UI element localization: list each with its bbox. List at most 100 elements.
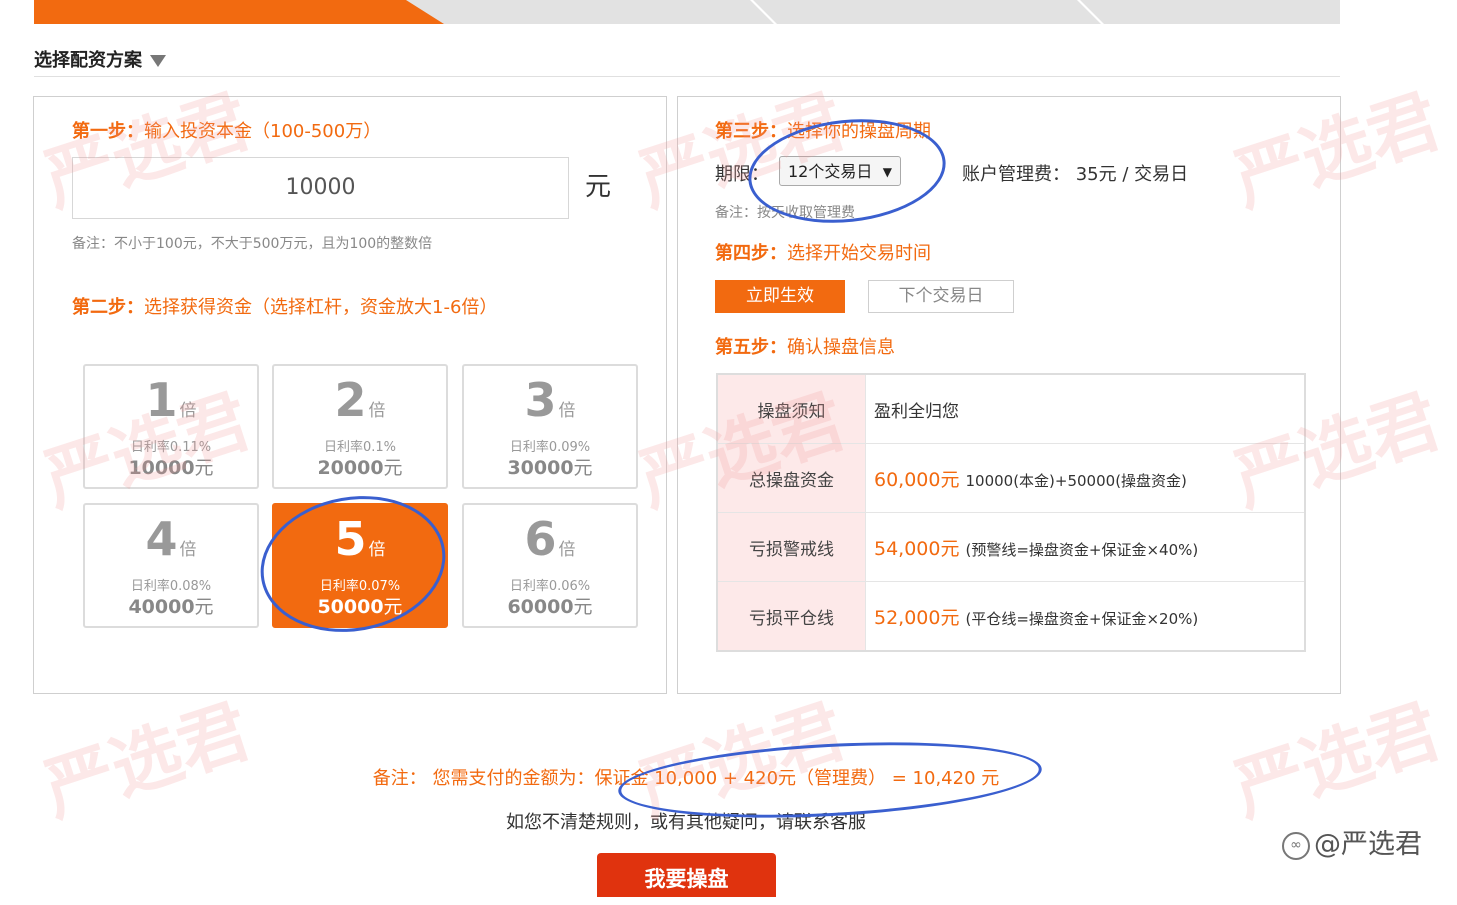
amount-value: 10000 (128, 457, 195, 479)
amount-value: 30000 (507, 457, 574, 479)
leverage-multiplier: 3倍 (464, 372, 636, 439)
step1-note: 备注：不小于100元，不大于500万元，且为100的整数倍 (72, 236, 433, 252)
amount-value: 60000 (507, 596, 574, 618)
leverage-multiplier: 4倍 (85, 511, 257, 578)
table-row: 操盘须知 盈利全归您 (716, 373, 1306, 444)
payment-note: 备注： 您需支付的金额为：保证金 10,000 + 420元（管理费） = 10… (372, 768, 1000, 789)
step5-prefix: 第五步： (715, 337, 787, 358)
step-progress-bar (34, 0, 1340, 24)
row-key: 亏损警戒线 (716, 512, 866, 582)
row-highlight-value: 52,000元 (874, 606, 960, 629)
step5-label: 确认操盘信息 (787, 337, 895, 358)
multiplier-unit: 倍 (368, 540, 386, 560)
period-select-value: 12个交易日 (788, 162, 873, 181)
step3-note: 备注：按天收取管理费 (715, 205, 855, 221)
help-text: 如您不清楚规则，或有其他疑问，请联系客服 (506, 812, 866, 833)
leverage-amount: 60000元 (464, 592, 636, 619)
multiplier-unit: 倍 (368, 401, 386, 421)
step2-title: 第二步：选择获得资金（选择杠杆，资金放大1-6倍） (72, 293, 497, 319)
amount-value: 20000 (317, 457, 384, 479)
management-fee: 账户管理费： 35元 / 交易日 (962, 160, 1188, 186)
row-detail: (平仓线=操盘资金+保证金×20%) (965, 609, 1199, 628)
multiplier-value: 4 (145, 512, 178, 566)
leverage-option-4[interactable]: 4 倍日利率0.08% 40000元 (83, 503, 259, 628)
row-key: 总操盘资金 (716, 443, 866, 513)
multiplier-value: 1 (145, 373, 178, 427)
leverage-multiplier: 5倍 (274, 511, 446, 578)
leverage-multiplier: 2倍 (274, 372, 446, 439)
leverage-amount: 30000元 (464, 453, 636, 480)
row-key: 操盘须知 (716, 373, 866, 444)
leverage-amount: 40000元 (85, 592, 257, 619)
leverage-option-1[interactable]: 1 倍日利率0.11% 10000元 (83, 364, 259, 489)
leverage-option-3[interactable]: 3 倍日利率0.09% 30000元 (462, 364, 638, 489)
section-divider (34, 76, 1340, 77)
step3-label: 选择你的操盘周期 (787, 121, 931, 142)
step1-label: 输入投资本金（100-500万） (144, 121, 382, 142)
multiplier-value: 2 (334, 373, 367, 427)
step3-title: 第三步：选择你的操盘周期 (715, 117, 931, 143)
section-title-text: 选择配资方案 (34, 50, 142, 71)
leverage-amount: 10000元 (85, 453, 257, 480)
leverage-multiplier: 6倍 (464, 511, 636, 578)
row-detail: (预警线=操盘资金+保证金×40%) (965, 540, 1199, 559)
multiplier-unit: 倍 (558, 540, 576, 560)
period-select[interactable]: 12个交易日 ▼ (779, 156, 901, 186)
fee-value: 35元 / 交易日 (1075, 164, 1189, 185)
platform-logo-icon: ∞ (1282, 831, 1310, 860)
period-label: 期限： (715, 164, 769, 185)
amount-value: 40000 (128, 596, 195, 618)
principal-amount-input[interactable]: 10000 (72, 157, 569, 219)
multiplier-unit: 倍 (558, 401, 576, 421)
step4-label: 选择开始交易时间 (787, 243, 931, 264)
triangle-down-icon (150, 55, 166, 67)
row-detail: 10000(本金)+50000(操盘资金) (965, 471, 1187, 490)
step4-prefix: 第四步： (715, 243, 787, 264)
amount-unit: 元 (585, 172, 612, 202)
row-value: 54,000元 (预警线=操盘资金+保证金×40%) (865, 512, 1306, 582)
amount-unit: 元 (194, 457, 214, 479)
leverage-option-2[interactable]: 2 倍日利率0.1% 20000元 (272, 364, 448, 489)
row-key: 亏损平仓线 (716, 581, 866, 652)
amount-value: 50000 (317, 596, 384, 618)
leverage-option-6[interactable]: 6 倍日利率0.06% 60000元 (462, 503, 638, 628)
step1-title: 第一步：输入投资本金（100-500万） (72, 117, 381, 143)
start-now-button[interactable]: 立即生效 (715, 280, 845, 313)
step3-prefix: 第三步： (715, 121, 787, 142)
step5-title: 第五步：确认操盘信息 (715, 333, 895, 359)
leverage-option-5[interactable]: 5 倍日利率0.07% 50000元 (272, 503, 448, 628)
amount-unit: 元 (383, 457, 403, 479)
chevron-down-icon: ▼ (882, 165, 892, 179)
row-highlight-value: 54,000元 (874, 537, 960, 560)
table-row: 总操盘资金 60,000元 10000(本金)+50000(操盘资金) (716, 443, 1306, 513)
row-highlight-value: 60,000元 (874, 468, 960, 491)
leverage-amount: 50000元 (274, 592, 446, 619)
multiplier-unit: 倍 (179, 540, 197, 560)
amount-unit: 元 (573, 596, 593, 618)
progress-divider (1077, 0, 1104, 24)
step4-title: 第四步：选择开始交易时间 (715, 239, 931, 265)
fee-label: 账户管理费： (962, 164, 1070, 185)
step2-label: 选择获得资金（选择杠杆，资金放大1-6倍） (144, 297, 498, 318)
table-row: 亏损警戒线 54,000元 (预警线=操盘资金+保证金×40%) (716, 512, 1306, 582)
amount-unit: 元 (194, 596, 214, 618)
row-value: 60,000元 10000(本金)+50000(操盘资金) (865, 443, 1306, 513)
trade-info-table: 操盘须知 盈利全归您 总操盘资金 60,000元 10000(本金)+50000(操盘资… (716, 373, 1306, 652)
amount-unit: 元 (383, 596, 403, 618)
step1-prefix: 第一步： (72, 121, 144, 142)
step2-prefix: 第二步： (72, 297, 144, 318)
progress-divider (750, 0, 777, 24)
submit-trade-button[interactable]: 我要操盘 (597, 853, 776, 897)
row-value: 盈利全归您 (865, 373, 1306, 444)
progress-active-segment (34, 0, 444, 24)
table-row: 亏损平仓线 52,000元 (平仓线=操盘资金+保证金×20%) (716, 581, 1306, 652)
row-value: 52,000元 (平仓线=操盘资金+保证金×20%) (865, 581, 1306, 652)
multiplier-value: 5 (334, 512, 367, 566)
row-detail: 盈利全归您 (874, 401, 959, 422)
source-label: ∞ @严选君 (1282, 822, 1422, 861)
multiplier-value: 3 (524, 373, 557, 427)
source-label-text: @严选君 (1314, 829, 1422, 860)
leverage-multiplier: 1倍 (85, 372, 257, 439)
amount-unit: 元 (573, 457, 593, 479)
start-next-day-button[interactable]: 下个交易日 (868, 280, 1014, 313)
